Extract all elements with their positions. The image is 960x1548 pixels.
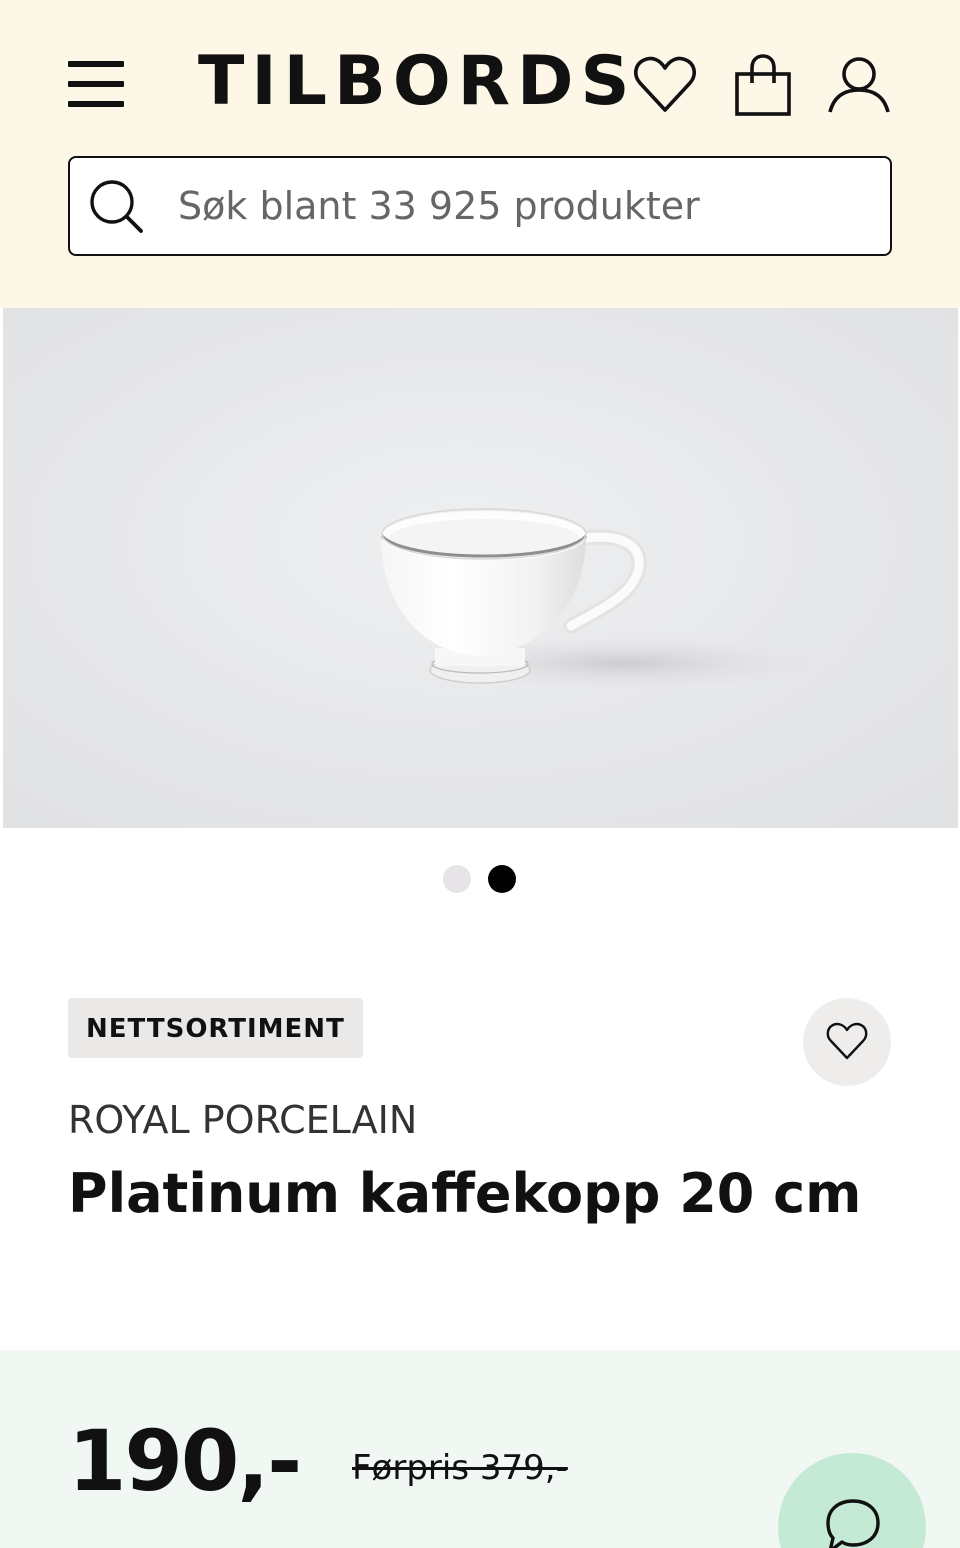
previous-price: Førpris 379,- [352,1448,568,1488]
cart-button[interactable] [730,52,796,118]
search-icon[interactable] [86,176,146,236]
gallery-pagination [443,865,523,895]
user-icon [828,57,890,113]
product-price: 190,- [68,1412,302,1510]
gallery-dot-active[interactable] [488,865,516,893]
chat-bubble-icon [822,1495,884,1548]
menu-icon-bar [68,101,124,107]
product-title: Platinum kaffekopp 20 cm [68,1162,862,1225]
gallery-dot[interactable] [443,865,471,893]
status-badge: NETTSORTIMENT [68,998,363,1058]
product-image[interactable] [3,308,958,828]
shopping-bag-icon [735,54,791,116]
product-brand[interactable]: ROYAL PORCELAIN [68,1098,417,1142]
menu-button[interactable] [68,58,124,110]
wishlist-button[interactable] [632,52,698,118]
chat-button[interactable] [778,1453,926,1548]
heart-icon [634,56,696,112]
menu-icon-bar [68,81,124,87]
menu-icon-bar [68,61,124,67]
logo[interactable]: TILBORDS [198,42,629,122]
heart-icon [825,1020,869,1064]
add-to-favorites-button[interactable] [803,998,891,1086]
account-button[interactable] [826,52,892,118]
search-input[interactable] [178,178,868,234]
coffee-cup-photo [3,308,958,828]
price-section: 190,- Førpris 379,- [0,1350,960,1548]
site-header: TILBORDS [0,0,960,308]
search-bar[interactable] [68,156,892,256]
